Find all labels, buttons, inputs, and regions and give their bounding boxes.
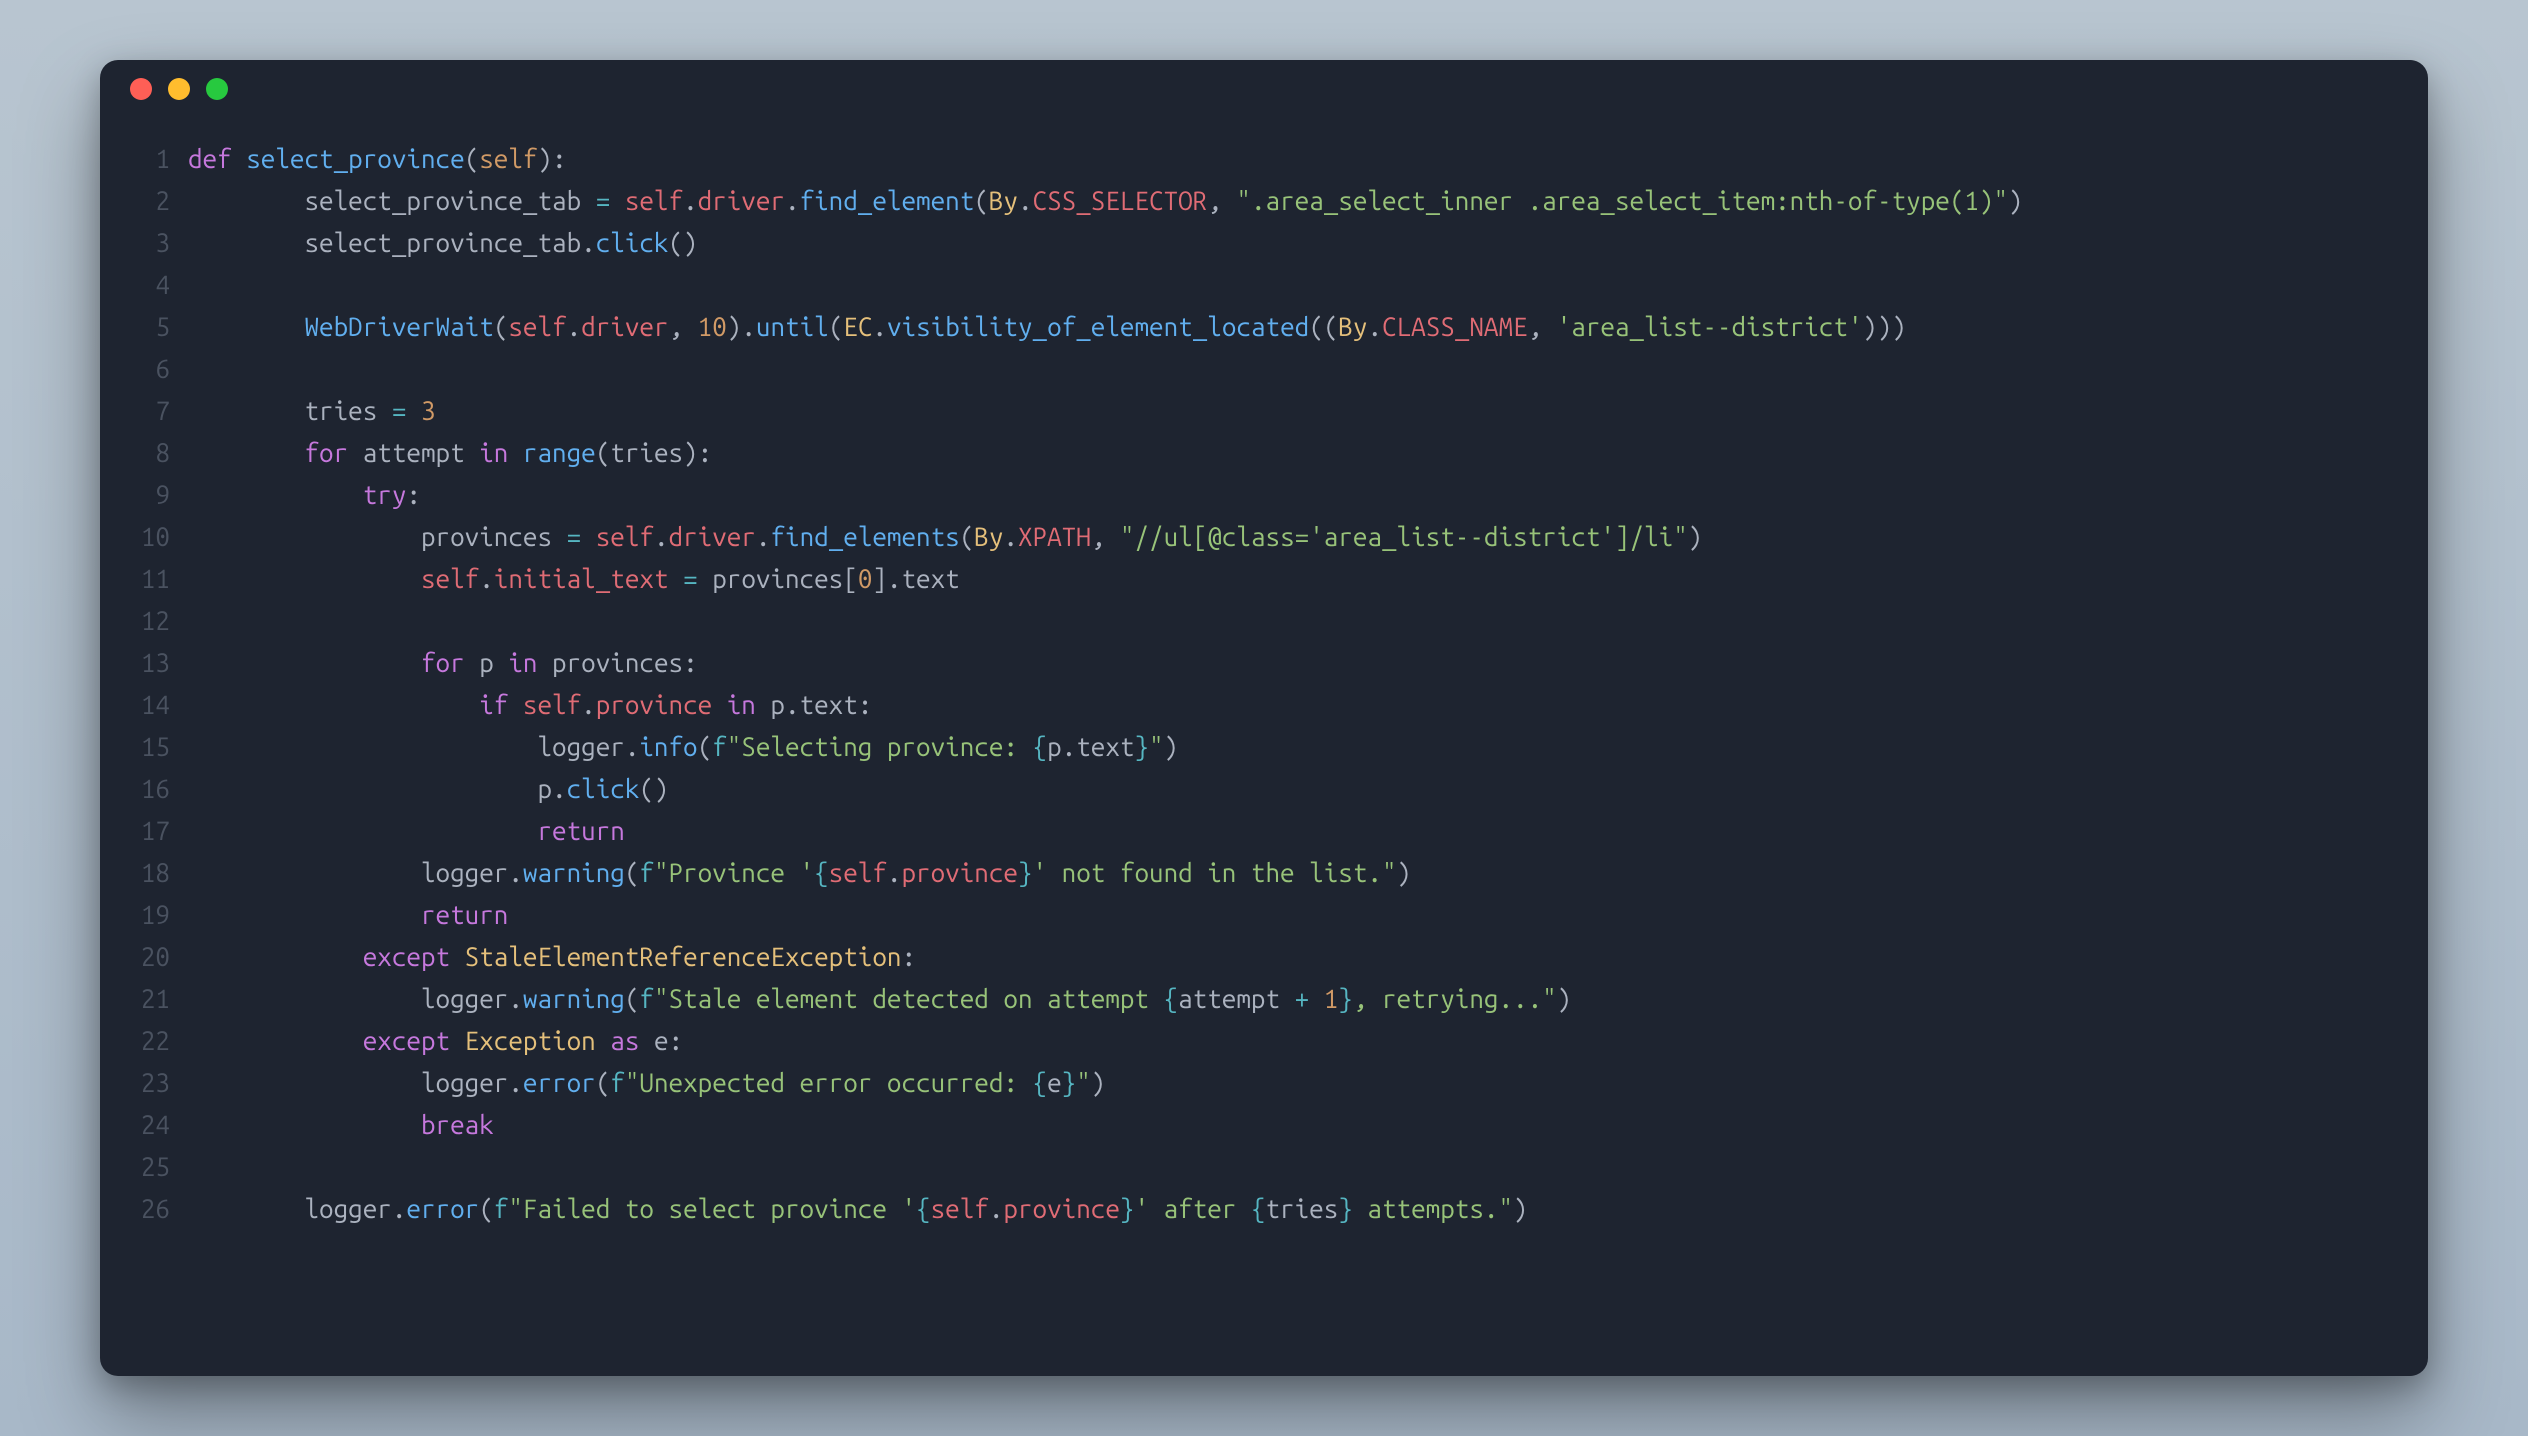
code-line: try: [188,474,2398,516]
line-number: 26 [110,1188,170,1230]
line-number: 11 [110,558,170,600]
line-number: 21 [110,978,170,1020]
code-line: logger.error(f"Failed to select province… [188,1188,2398,1230]
code-line: except Exception as e: [188,1020,2398,1062]
line-number: 8 [110,432,170,474]
code-line [188,600,2398,642]
code-line: logger.info(f"Selecting province: {p.tex… [188,726,2398,768]
code-line: self.initial_text = provinces[0].text [188,558,2398,600]
code-line: logger.warning(f"Stale element detected … [188,978,2398,1020]
line-number: 13 [110,642,170,684]
code-line [188,1146,2398,1188]
code-line: return [188,894,2398,936]
line-number: 23 [110,1062,170,1104]
code-line: logger.warning(f"Province '{self.provinc… [188,852,2398,894]
code-content: def select_province(self): select_provin… [188,138,2398,1230]
code-window: 1234567891011121314151617181920212223242… [100,60,2428,1376]
line-number: 20 [110,936,170,978]
close-icon[interactable] [130,78,152,100]
code-line: tries = 3 [188,390,2398,432]
code-line: provinces = self.driver.find_elements(By… [188,516,2398,558]
line-number: 15 [110,726,170,768]
code-line: def select_province(self): [188,138,2398,180]
code-line: except StaleElementReferenceException: [188,936,2398,978]
line-number: 24 [110,1104,170,1146]
line-number: 5 [110,306,170,348]
line-number: 18 [110,852,170,894]
line-number: 22 [110,1020,170,1062]
code-editor: 1234567891011121314151617181920212223242… [100,118,2428,1260]
zoom-icon[interactable] [206,78,228,100]
line-number: 7 [110,390,170,432]
minimize-icon[interactable] [168,78,190,100]
code-line: select_province_tab.click() [188,222,2398,264]
line-number: 3 [110,222,170,264]
line-number: 12 [110,600,170,642]
code-line: select_province_tab = self.driver.find_e… [188,180,2398,222]
line-number: 10 [110,516,170,558]
code-line [188,348,2398,390]
code-line [188,264,2398,306]
line-number: 6 [110,348,170,390]
line-number: 4 [110,264,170,306]
line-number: 17 [110,810,170,852]
code-line: for p in provinces: [188,642,2398,684]
line-number: 9 [110,474,170,516]
code-line: break [188,1104,2398,1146]
code-line: WebDriverWait(self.driver, 10).until(EC.… [188,306,2398,348]
window-titlebar [100,60,2428,118]
line-number: 2 [110,180,170,222]
code-line: if self.province in p.text: [188,684,2398,726]
code-line: logger.error(f"Unexpected error occurred… [188,1062,2398,1104]
code-line: for attempt in range(tries): [188,432,2398,474]
line-number: 14 [110,684,170,726]
line-number: 1 [110,138,170,180]
line-number: 16 [110,768,170,810]
line-number: 25 [110,1146,170,1188]
code-line: return [188,810,2398,852]
code-line: p.click() [188,768,2398,810]
line-number-gutter: 1234567891011121314151617181920212223242… [110,138,188,1230]
line-number: 19 [110,894,170,936]
